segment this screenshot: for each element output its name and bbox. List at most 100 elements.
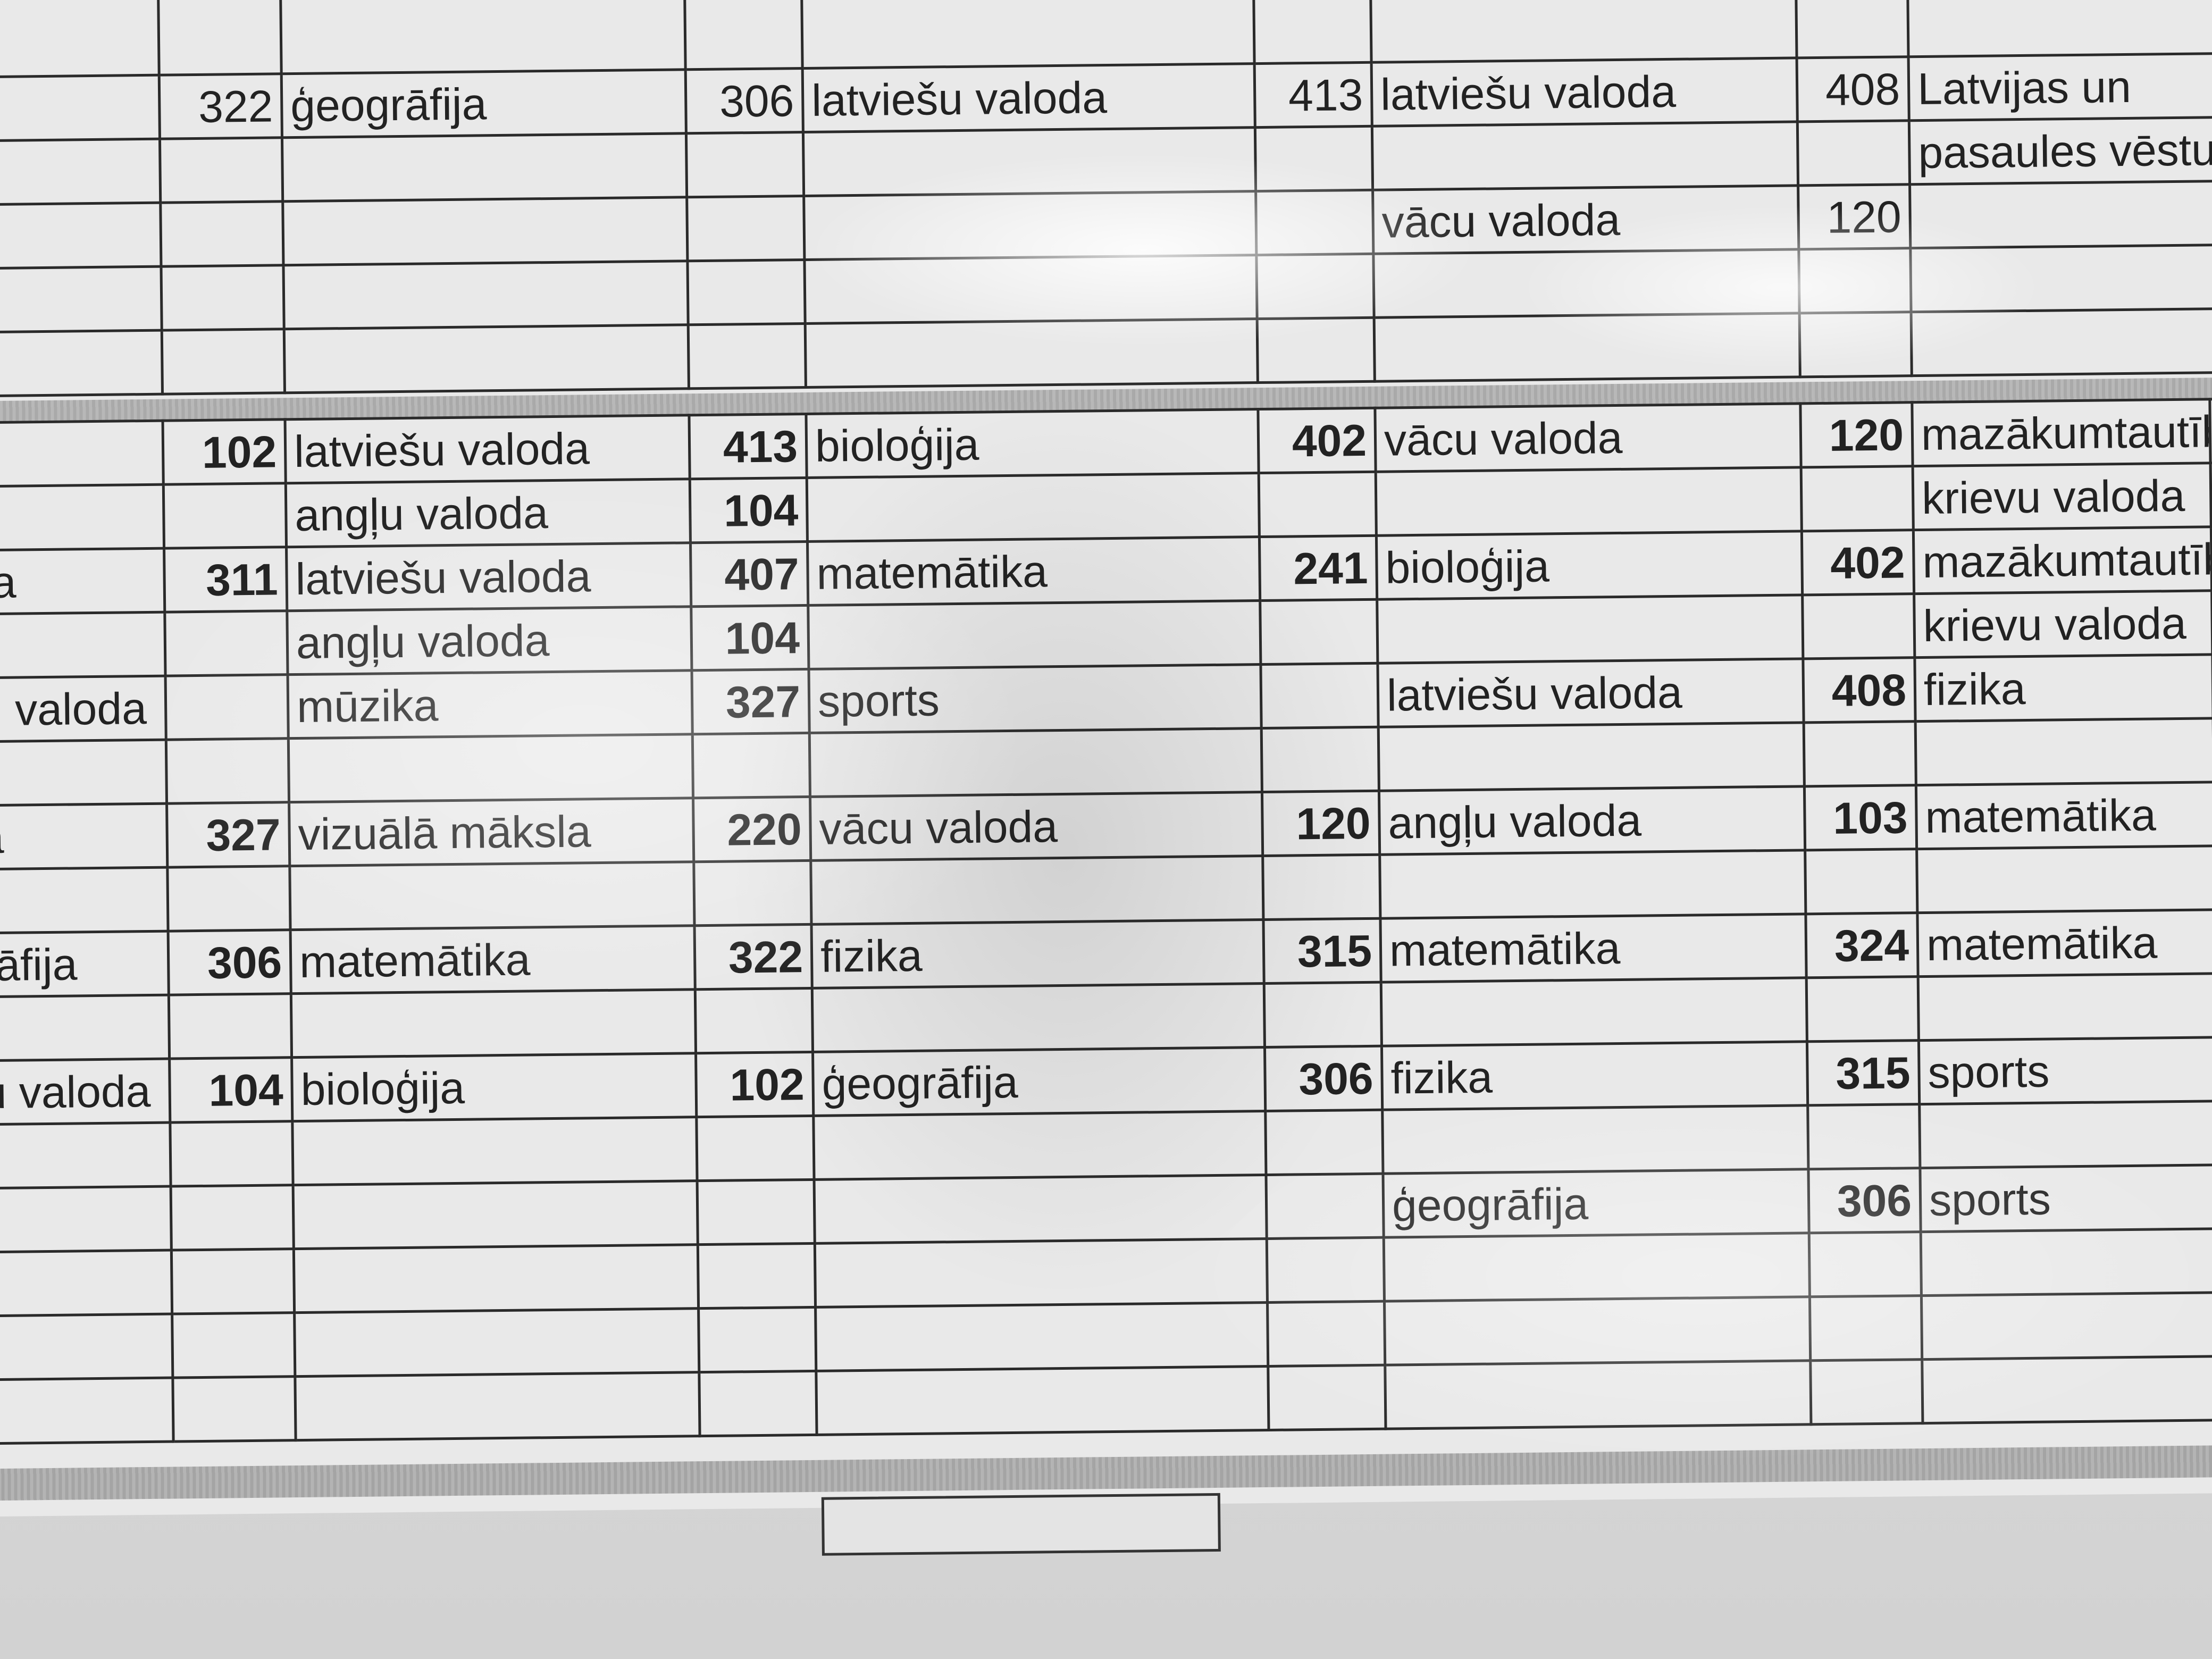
subject-cell: krievu valoda — [1913, 463, 2211, 530]
subject-cell — [1376, 467, 1802, 536]
subject-cell: Latvijas un — [1908, 53, 2212, 121]
subject-cell: rāfija — [0, 931, 169, 997]
subject-cell: vizuālā māksla — [289, 798, 694, 866]
subject-cell: a — [0, 803, 167, 869]
subject-cell — [810, 856, 1263, 925]
room-number-cell — [1806, 976, 1919, 1042]
photo-stage: a322ģeogrāfija306latviešu valoda413latvi… — [0, 0, 2212, 1659]
subject-cell: latviešu valoda — [802, 63, 1255, 132]
room-number-cell — [170, 1121, 294, 1187]
room-number-cell — [1802, 593, 1915, 659]
subject-cell — [1911, 308, 2212, 376]
subject-cell — [803, 191, 1256, 260]
room-number-cell — [697, 1179, 815, 1245]
room-number-cell: 408 — [1797, 56, 1909, 122]
subject-cell — [294, 1308, 699, 1377]
subject-cell — [0, 1250, 172, 1316]
subject-cell: sports — [808, 664, 1262, 733]
room-number-cell — [161, 265, 284, 331]
room-number-cell: 104 — [690, 477, 808, 543]
room-number-cell: 103 — [1804, 785, 1917, 850]
room-number-cell — [1255, 126, 1373, 191]
room-number-cell: 220 — [693, 797, 811, 862]
subject-cell — [0, 330, 163, 397]
room-number-cell: 120 — [1800, 402, 1913, 467]
room-number-cell — [172, 1376, 296, 1442]
subject-cell — [0, 139, 161, 205]
subject-cell — [1921, 1292, 2212, 1360]
room-number-cell — [1797, 120, 1910, 186]
room-number-cell: 322 — [159, 73, 282, 139]
room-number-cell — [1265, 1110, 1383, 1175]
subject-cell — [816, 1366, 1269, 1435]
room-number-cell: 324 — [1805, 912, 1918, 978]
subject-cell: a — [0, 75, 160, 141]
room-number-cell — [686, 132, 804, 197]
subject-cell: bioloģija — [806, 409, 1259, 478]
subject-cell — [808, 600, 1261, 669]
subject-cell: vācu valoda — [1372, 185, 1799, 254]
room-number-cell — [1807, 1104, 1920, 1169]
room-number-cell — [698, 1307, 816, 1372]
subject-cell — [1918, 973, 2212, 1041]
subject-cell — [1916, 845, 2212, 913]
subject-cell — [809, 728, 1262, 797]
subject-cell — [813, 1111, 1266, 1180]
subject-cell: matemātika — [290, 925, 696, 994]
subject-cell: bioloģija — [1376, 531, 1803, 600]
subject-cell — [282, 197, 688, 265]
room-number-cell: 315 — [1807, 1040, 1920, 1105]
room-number-cell — [1266, 1174, 1384, 1239]
subject-cell — [1374, 313, 1800, 382]
room-number-cell: 306 — [1264, 1046, 1382, 1111]
subject-cell — [282, 133, 687, 202]
subject-cell: matemātika — [1916, 782, 2212, 849]
subject-cell — [1922, 1356, 2212, 1423]
room-number-cell — [171, 1185, 294, 1251]
room-number-cell — [158, 0, 282, 76]
room-number-cell — [166, 738, 289, 804]
room-number-cell — [1253, 0, 1372, 64]
room-number-cell: 315 — [1263, 918, 1381, 984]
subject-cell — [284, 324, 689, 393]
subject-cell — [0, 1186, 172, 1252]
room-number-cell: 120 — [1262, 791, 1380, 856]
room-number-cell — [2209, 398, 2212, 463]
room-number-cell — [1805, 849, 1917, 914]
subject-cell: bioloģija — [291, 1053, 697, 1121]
room-number-cell: 120 — [1798, 184, 1911, 249]
subject-cell — [0, 1378, 174, 1444]
room-number-cell: 306 — [685, 68, 803, 133]
subject-cell — [1373, 249, 1800, 318]
room-number-cell: 413 — [689, 414, 807, 479]
room-number-cell — [167, 866, 291, 932]
subject-cell: mazākumtautību — [1912, 399, 2211, 466]
room-number-cell — [1798, 248, 1912, 313]
room-number-cell: 306 — [1808, 1168, 1921, 1233]
room-number-cell — [688, 323, 806, 389]
room-number-cell — [687, 259, 806, 325]
subject-cell: ģeogrāfija — [281, 69, 686, 138]
room-number-cell — [162, 329, 285, 395]
room-number-cell — [686, 196, 805, 261]
room-number-cell — [1259, 472, 1377, 537]
subject-cell: krievu valoda — [1914, 590, 2212, 658]
subject-cell — [0, 1314, 173, 1380]
room-number-cell — [1255, 190, 1373, 255]
subject-cell — [289, 861, 695, 930]
subject-cell — [804, 255, 1258, 324]
room-number-cell: 408 — [1803, 657, 1916, 723]
subject-cell — [280, 0, 686, 74]
subject-cell: matemātika — [807, 537, 1260, 606]
room-number-cell — [1261, 727, 1379, 792]
room-number-cell: 413 — [1254, 62, 1372, 128]
room-number-cell: 407 — [690, 541, 808, 607]
subject-cell: pasaules vēstu — [1909, 117, 2212, 185]
subject-cell: u valoda — [0, 676, 166, 742]
room-number-cell — [171, 1249, 295, 1314]
room-number-cell — [1257, 317, 1375, 383]
room-number-cell: 104 — [691, 605, 809, 671]
subject-cell — [1378, 722, 1805, 791]
room-number-cell — [169, 993, 292, 1059]
subject-cell — [0, 740, 167, 806]
